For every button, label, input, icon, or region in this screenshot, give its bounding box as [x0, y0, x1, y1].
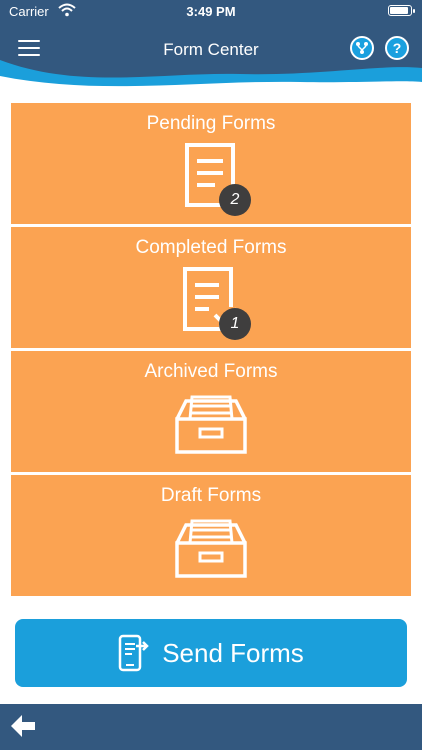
tile-label: Completed Forms: [135, 237, 287, 258]
tile-completed-forms[interactable]: Completed Forms 1: [11, 227, 411, 348]
back-button[interactable]: [10, 714, 36, 738]
completed-count-badge: 1: [219, 308, 251, 340]
help-icon: ?: [392, 40, 402, 56]
send-forms-label: Send Forms: [162, 637, 304, 668]
battery-icon: [388, 5, 415, 16]
status-bar: Carrier 3:49 PM: [0, 0, 422, 22]
users-network-button[interactable]: [350, 36, 374, 60]
pending-count-badge: 2: [219, 184, 251, 216]
tile-pending-forms[interactable]: Pending Forms 2: [11, 103, 411, 224]
send-forms-button[interactable]: Send Forms: [15, 619, 407, 687]
form-tiles: Pending Forms 2 Completed Forms 1 Archiv…: [11, 103, 411, 599]
archive-drawer-icon: [174, 395, 248, 460]
tile-label: Pending Forms: [146, 113, 276, 134]
status-time: 3:49 PM: [186, 4, 236, 19]
send-phone-icon: [118, 634, 150, 672]
users-network-icon: [356, 42, 368, 54]
back-arrow-icon: [11, 715, 35, 737]
tile-draft-forms[interactable]: Draft Forms: [11, 475, 411, 596]
tile-archived-forms[interactable]: Archived Forms: [11, 351, 411, 472]
help-button[interactable]: ?: [385, 36, 409, 60]
tile-label: Archived Forms: [144, 361, 278, 382]
bottom-toolbar: [0, 704, 422, 750]
archive-drawer-icon: [174, 519, 248, 584]
tile-label: Draft Forms: [160, 485, 262, 506]
top-bar: Carrier 3:49 PM Form Center ?: [0, 0, 422, 88]
